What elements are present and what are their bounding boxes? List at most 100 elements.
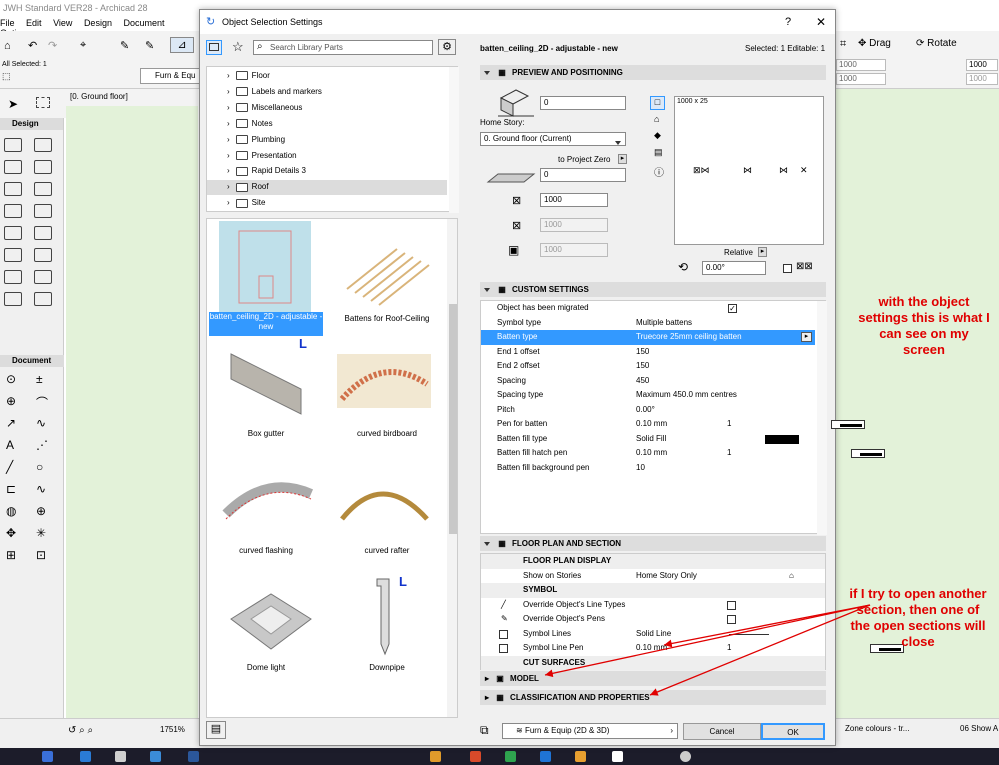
custom-setting-row[interactable]: Spacing 450 [481, 374, 815, 389]
fill-swatch[interactable] [765, 434, 799, 444]
custom-setting-row[interactable]: Pen for batten 0.10 mm 1 [481, 417, 866, 432]
cancel-button[interactable]: Cancel [683, 723, 761, 740]
taskbar-app-icon[interactable] [42, 751, 53, 762]
taskbar-firefox-icon[interactable] [470, 751, 481, 762]
taskbar-app-icon[interactable] [80, 751, 91, 762]
taskbar-archicad-icon[interactable] [612, 751, 623, 762]
document-tool-icon[interactable]: ⊕ [36, 504, 46, 518]
morph-tool-icon[interactable] [4, 292, 22, 306]
library-manager-icon[interactable]: ▤ [206, 721, 226, 739]
custom-settings-header[interactable]: ▦ CUSTOM SETTINGS [480, 282, 826, 297]
custom-setting-row[interactable]: End 2 offset 150 [481, 359, 815, 374]
dome-light-thumbnail[interactable] [221, 584, 316, 659]
zone-colours-status[interactable]: Zone colours - tr... [845, 724, 909, 733]
pen-swatch[interactable] [831, 420, 866, 429]
close-icon[interactable]: ✕ [816, 10, 826, 34]
curved-flashing-thumbnail[interactable] [221, 474, 316, 534]
document-tool-icon[interactable]: ⌒ [36, 394, 48, 411]
document-tool-icon[interactable]: ∿ [36, 416, 46, 430]
depth-field[interactable]: 1000 [540, 218, 608, 232]
batten-type-picker-icon[interactable]: ▸ [801, 332, 812, 342]
tag-icon[interactable]: ⌗ [840, 38, 846, 51]
thumb-label-dome-light[interactable]: Dome light [209, 663, 323, 672]
canvas-left[interactable] [66, 106, 198, 718]
drag-button[interactable]: ✥ Drag [858, 38, 891, 49]
custom-setting-row[interactable]: Batten fill hatch pen 0.10 mm 1 [481, 446, 886, 461]
document-tool-icon[interactable]: ✥ [6, 526, 16, 540]
custom-scrollbar[interactable] [817, 301, 827, 535]
floor-plan-display-row[interactable]: FLOOR PLAN DISPLAY [481, 554, 825, 569]
override-pens-row[interactable]: ✎ Override Object's Pens [481, 612, 825, 627]
lamp-tool-icon[interactable] [34, 292, 52, 306]
symbol-lines-row[interactable]: Symbol Lines Solid Line [481, 627, 825, 642]
furn-layer-button[interactable]: Furn & Equ [140, 68, 200, 84]
ok-button[interactable]: OK [761, 723, 825, 740]
rotate-button[interactable]: ⟳ Rotate [916, 38, 957, 49]
folder-item[interactable]: › Notes [207, 117, 447, 132]
custom-setting-row[interactable]: Batten fill type Solid Fill [481, 432, 815, 447]
thumb-label-downpipe[interactable]: Downpipe [327, 663, 447, 672]
star-icon[interactable]: ☆ [232, 39, 244, 55]
custom-setting-row[interactable]: Symbol type Multiple battens [481, 316, 815, 331]
thumb-batten-ceiling[interactable] [219, 221, 311, 313]
document-tool-icon[interactable]: ⊕ [6, 394, 16, 408]
slab-tool-icon[interactable] [34, 138, 52, 152]
info-icon[interactable]: ⓘ [654, 164, 664, 179]
syringe-icon[interactable]: ✎ [145, 39, 154, 52]
chevron-right-icon[interactable]: › [227, 135, 230, 144]
folder-item[interactable]: › Presentation [207, 149, 447, 164]
model-header[interactable]: ▸ ▣ MODEL [480, 671, 826, 686]
chevron-right-icon[interactable]: › [227, 182, 230, 191]
gear-icon[interactable]: ⚙ [438, 39, 456, 55]
taskbar-chrome-icon[interactable] [505, 751, 516, 762]
roof-tool-icon[interactable] [34, 204, 52, 218]
taskbar-app-icon[interactable] [188, 751, 199, 762]
undo-view-icon[interactable]: ↺ ⌕ ⌕ [68, 725, 93, 736]
mesh-tool-icon[interactable] [4, 226, 22, 240]
document-tool-icon[interactable]: ⊞ [6, 548, 16, 562]
layer-select[interactable]: ≋ Furn & Equip (2D & 3D) › [502, 723, 678, 739]
folder-item[interactable]: › Miscellaneous [207, 101, 447, 116]
override-pens-checkbox[interactable] [727, 615, 736, 624]
section-view-icon[interactable]: ⌂ [654, 114, 659, 124]
document-tool-icon[interactable]: A [6, 438, 14, 452]
pen-swatch[interactable] [851, 449, 886, 458]
right-field-1[interactable]: 1000 [836, 59, 886, 71]
document-tool-icon[interactable]: ⊏ [6, 482, 16, 496]
right-field-2[interactable]: 1000 [836, 73, 886, 85]
right-field-3[interactable]: 1000 [966, 59, 998, 71]
cut-surfaces-row[interactable]: CUT SURFACES [481, 655, 825, 670]
home-story-select[interactable]: 0. Ground floor (Current) [480, 132, 626, 146]
folder-view-button[interactable] [206, 40, 222, 55]
help-icon[interactable]: ? [785, 10, 791, 34]
custom-setting-row[interactable]: Pitch 0.00° [481, 403, 815, 418]
migrated-checkbox[interactable]: ✓ [728, 304, 737, 313]
thumb-label-batten-ceiling[interactable]: batten_ceiling_2D - adjustable - new [209, 312, 323, 336]
show-on-stories-row[interactable]: Show on Stories Home Story Only ⌂ [481, 569, 825, 584]
stair-tool-icon[interactable] [4, 204, 22, 218]
document-tool-icon[interactable]: ╱ [6, 460, 13, 474]
gallery-scroll-thumb[interactable] [449, 304, 457, 534]
undo-icon[interactable]: ↶ [28, 39, 37, 52]
thumb-label-curved-birdboard[interactable]: curved birdboard [327, 429, 447, 438]
folder-scrollbar[interactable] [449, 67, 459, 213]
shell-tool-icon[interactable] [34, 226, 52, 240]
box-gutter-thumbnail[interactable] [221, 344, 316, 419]
folder-item[interactable]: › Site [207, 196, 447, 211]
elevation-field[interactable]: 0 [540, 96, 626, 110]
thumb-label-battens-roof[interactable]: Battens for Roof-Ceiling [327, 314, 447, 323]
thumb-label-curved-flashing[interactable]: curved flashing [209, 546, 323, 555]
custom-setting-row[interactable]: End 1 offset 150 [481, 345, 815, 360]
toolbox-document-header[interactable]: Document [0, 355, 64, 367]
column-tool-icon[interactable] [4, 160, 22, 174]
folder-item[interactable]: › Rapid Details 3 [207, 164, 447, 179]
symbol-line-pen-row[interactable]: Symbol Line Pen 0.10 mm 1 [481, 641, 904, 656]
menu-view[interactable]: View [53, 18, 72, 28]
taskbar-edge-icon[interactable] [540, 751, 551, 762]
folder-item[interactable]: › Labels and markers [207, 85, 447, 100]
custom-setting-row[interactable]: Batten fill background pen 10 [481, 461, 815, 476]
preview-panel-header[interactable]: ▦ PREVIEW AND POSITIONING [480, 65, 826, 80]
angle-field[interactable]: 0.00° [702, 261, 766, 275]
floor-plan-section-header[interactable]: ▦ FLOOR PLAN AND SECTION [480, 536, 826, 551]
chevron-right-icon[interactable]: › [227, 198, 230, 207]
